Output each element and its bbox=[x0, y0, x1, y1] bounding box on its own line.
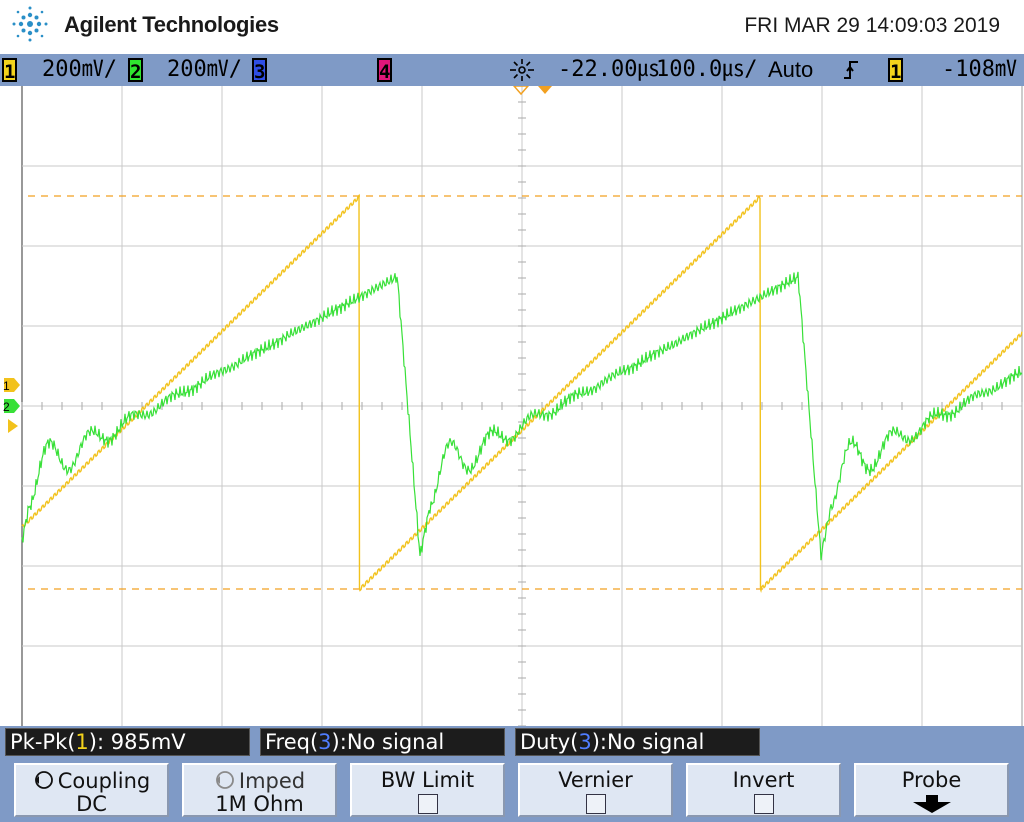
status-bar: 1 200㎷/ 2 200㎷/ 3 4 -22.00㎲ 100.0㎲/ Auto… bbox=[0, 54, 1024, 86]
measurement-bar: Pk-Pk(1): 985mV Freq(3):No signal Duty(3… bbox=[0, 726, 1024, 758]
channel-3-indicator[interactable]: 3 bbox=[252, 58, 267, 83]
date-time: FRI MAR 29 14:09:03 2019 bbox=[744, 14, 1000, 37]
time-reference-icon bbox=[510, 59, 534, 81]
bw-limit-softkey[interactable]: BW Limit bbox=[350, 763, 505, 817]
channel-1-scale: 200㎷/ bbox=[42, 57, 117, 82]
measurement-label: Freq( bbox=[265, 730, 319, 754]
measurement-label: Duty( bbox=[520, 730, 579, 754]
softkey-value: DC bbox=[76, 792, 107, 816]
trigger-mode: Auto bbox=[768, 57, 814, 82]
imped-softkey[interactable]: Imped 1M Ohm bbox=[182, 763, 337, 817]
measurement-value: ):No signal bbox=[591, 730, 705, 754]
title-banner: Agilent Technologies FRI MAR 29 14:09:03… bbox=[0, 0, 1024, 54]
measurement-freq[interactable]: Freq(3):No signal bbox=[260, 728, 505, 756]
channel-4-indicator[interactable]: 4 bbox=[377, 58, 392, 83]
channel-2-scale: 200㎷/ bbox=[167, 57, 242, 82]
probe-softkey[interactable]: Probe bbox=[854, 763, 1009, 817]
softkey-label: Coupling bbox=[57, 769, 151, 793]
bw-limit-checkbox[interactable] bbox=[417, 794, 438, 814]
softkey-value: 1M Ohm bbox=[215, 792, 304, 816]
measurement-pkpk[interactable]: Pk-Pk(1): 985mV bbox=[5, 728, 250, 756]
down-arrow-icon bbox=[912, 795, 951, 813]
measurement-value: ): 985mV bbox=[88, 730, 186, 754]
invert-softkey[interactable]: Invert bbox=[686, 763, 841, 817]
waveform-display[interactable]: 1 2 bbox=[0, 86, 1024, 726]
cycle-arrow-icon bbox=[34, 771, 53, 789]
measurement-channel: 3 bbox=[318, 730, 332, 754]
channel-2-indicator[interactable]: 2 bbox=[128, 58, 143, 83]
softkey-label: Probe bbox=[901, 768, 962, 792]
measurement-channel: 1 bbox=[75, 730, 89, 754]
trigger-source-indicator[interactable]: 1 bbox=[888, 58, 903, 83]
channel-1-marker-label: 1 bbox=[3, 379, 10, 393]
softkey-bar: Coupling DC Imped 1M Ohm BW Limit Vernie… bbox=[0, 758, 1024, 822]
measurement-channel: 3 bbox=[578, 730, 592, 754]
rising-edge-icon bbox=[844, 61, 858, 79]
agilent-spark-logo bbox=[12, 6, 48, 42]
vernier-checkbox[interactable] bbox=[585, 794, 606, 814]
coupling-softkey[interactable]: Coupling DC bbox=[14, 763, 169, 817]
channel-1-indicator[interactable]: 1 bbox=[2, 58, 17, 83]
horizontal-delay: -22.00㎲ bbox=[558, 57, 660, 82]
invert-checkbox[interactable] bbox=[753, 794, 774, 814]
softkey-label: Vernier bbox=[558, 768, 633, 792]
channel-2-marker-label: 2 bbox=[3, 400, 10, 414]
trigger-level: -108㎷ bbox=[942, 57, 1017, 82]
softkey-label: Invert bbox=[732, 768, 795, 792]
softkey-label: Imped bbox=[238, 769, 306, 793]
time-per-division: 100.0㎲/ bbox=[656, 57, 758, 82]
softkey-label: BW Limit bbox=[380, 768, 475, 792]
measurement-duty[interactable]: Duty(3):No signal bbox=[515, 728, 760, 756]
measurement-label: Pk-Pk( bbox=[10, 730, 76, 754]
cycle-arrow-icon bbox=[215, 771, 234, 789]
vernier-softkey[interactable]: Vernier bbox=[518, 763, 673, 817]
measurement-value: ):No signal bbox=[331, 730, 445, 754]
brand-name: Agilent Technologies bbox=[64, 12, 279, 37]
